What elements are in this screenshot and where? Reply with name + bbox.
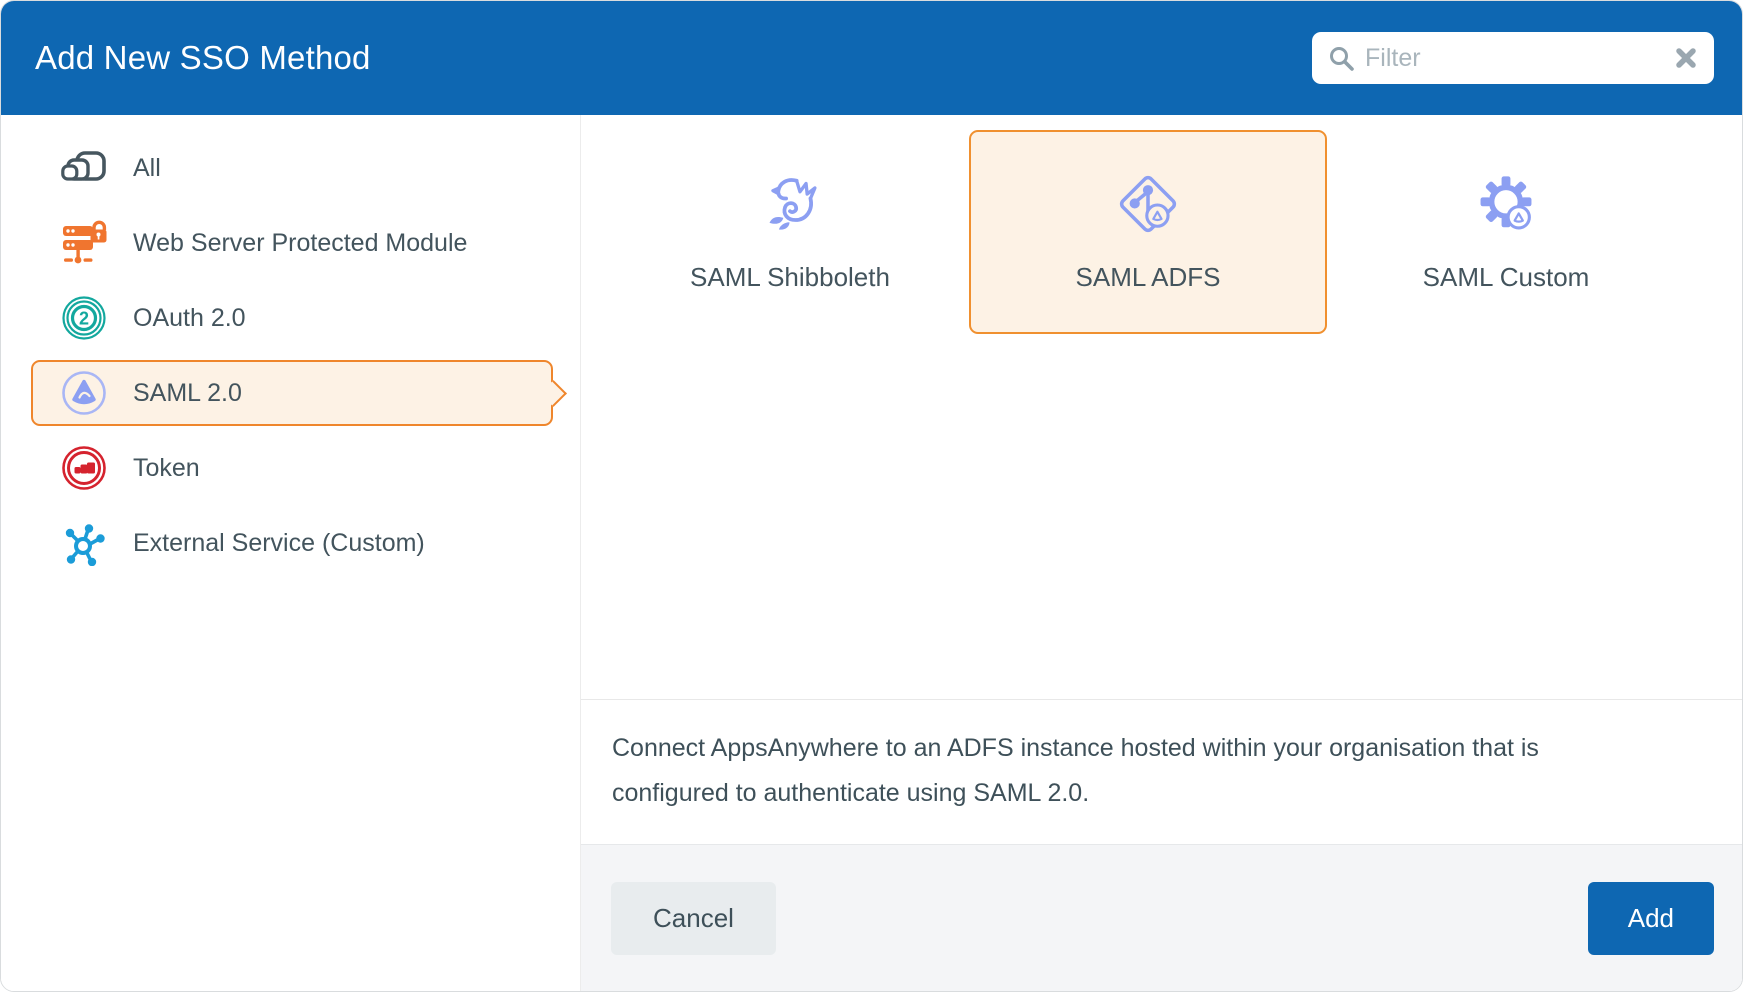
sso-category-sidebar: All (1, 115, 581, 991)
method-panel: SAML Shibboleth SA (581, 115, 1742, 991)
method-card-saml-adfs[interactable]: SAML ADFS (969, 130, 1327, 334)
sidebar-item-saml[interactable]: SAML 2.0 (31, 360, 553, 426)
sidebar-item-label: External Service (Custom) (133, 529, 425, 558)
filter-input[interactable] (1365, 44, 1674, 73)
search-icon (1328, 45, 1355, 72)
token-icon (61, 445, 107, 491)
method-card-saml-shibboleth[interactable]: SAML Shibboleth (611, 130, 969, 334)
method-description: Connect AppsAnywhere to an ADFS instance… (612, 726, 1627, 816)
all-icon (61, 145, 107, 191)
clear-filter-icon[interactable] (1674, 46, 1698, 70)
method-card-label: SAML Shibboleth (690, 262, 890, 293)
svg-text:2: 2 (79, 309, 89, 329)
method-card-saml-custom[interactable]: SAML Custom (1327, 130, 1685, 334)
adfs-icon (1117, 172, 1179, 236)
sidebar-item-all[interactable]: All (31, 135, 553, 201)
sidebar-item-label: OAuth 2.0 (133, 304, 246, 333)
modal-body: All (1, 115, 1742, 991)
sidebar-item-external-service[interactable]: External Service (Custom) (31, 510, 553, 576)
method-description-bar: Connect AppsAnywhere to an ADFS instance… (581, 699, 1742, 844)
oauth-icon: 2 (61, 295, 107, 341)
saml-icon (61, 370, 107, 416)
sidebar-item-label: SAML 2.0 (133, 379, 242, 408)
sidebar-item-token[interactable]: Token (31, 435, 553, 501)
method-card-label: SAML Custom (1423, 262, 1590, 293)
external-service-icon (61, 520, 107, 566)
cancel-button[interactable]: Cancel (611, 882, 776, 955)
shibboleth-icon (759, 172, 821, 236)
method-card-label: SAML ADFS (1076, 262, 1221, 293)
filter-box (1312, 32, 1714, 84)
sidebar-item-label: Web Server Protected Module (133, 229, 467, 258)
gear-saml-icon (1475, 172, 1537, 236)
method-cards: SAML Shibboleth SA (611, 130, 1742, 334)
page-title: Add New SSO Method (35, 39, 371, 77)
modal-header: Add New SSO Method (1, 1, 1742, 115)
content-spacer (581, 334, 1742, 699)
sidebar-item-oauth[interactable]: 2 OAuth 2.0 (31, 285, 553, 351)
add-sso-method-modal: Add New SSO Method (0, 0, 1743, 992)
modal-footer: Cancel Add (581, 844, 1742, 991)
sidebar-item-web-server-protected-module[interactable]: Web Server Protected Module (31, 210, 553, 276)
sidebar-item-label: All (133, 154, 161, 183)
web-server-icon (61, 220, 107, 266)
sidebar-item-label: Token (133, 454, 200, 483)
add-button[interactable]: Add (1588, 882, 1714, 955)
